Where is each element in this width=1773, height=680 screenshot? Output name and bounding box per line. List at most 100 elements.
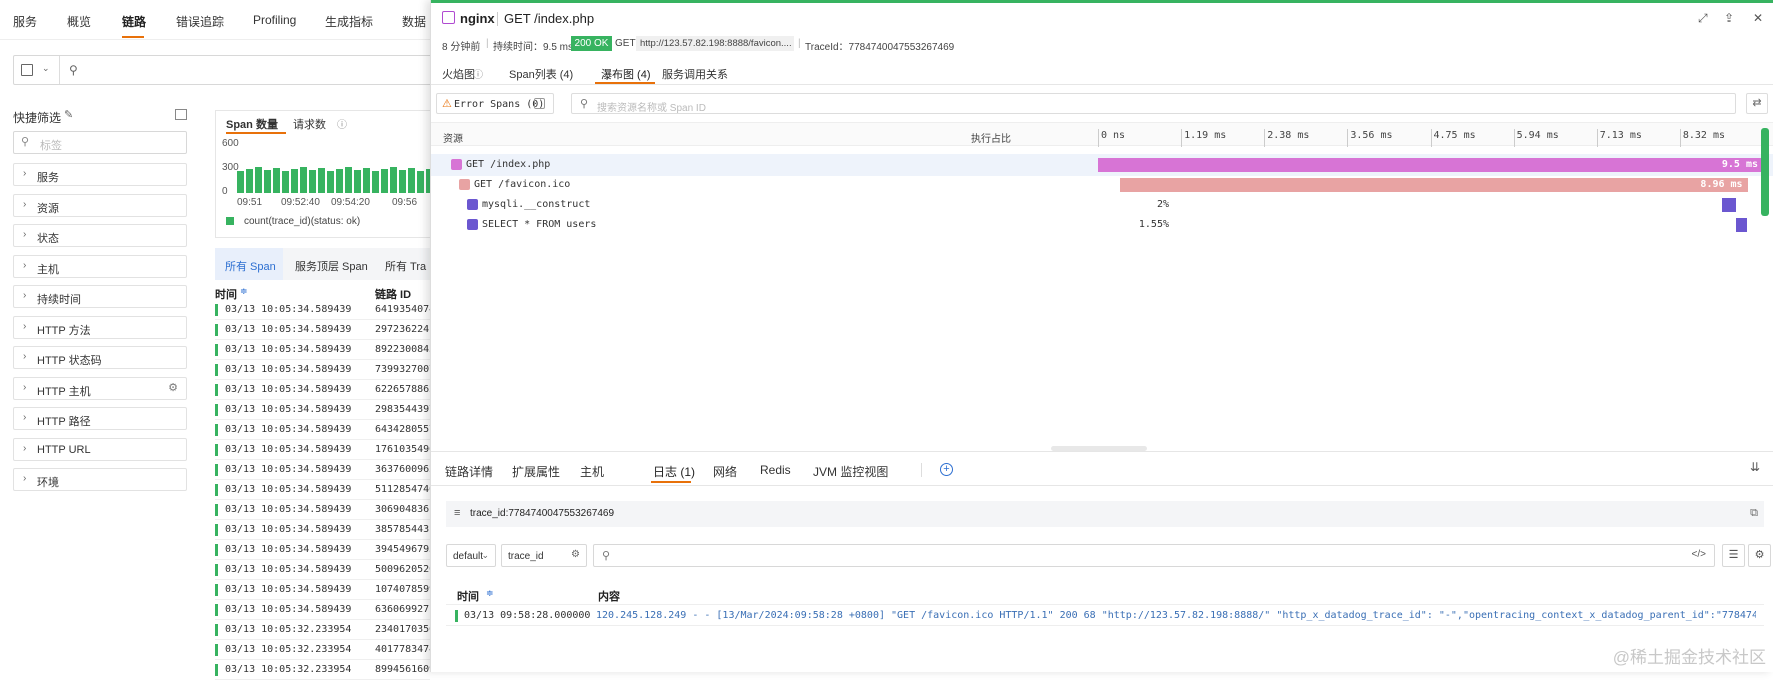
table-row[interactable]: 03/13 10:05:34.589439 10740785993 (215, 580, 441, 600)
span-bar[interactable] (1736, 218, 1747, 232)
quick-filter-search[interactable]: ⚲ 标签 (13, 131, 187, 154)
add-tab-icon[interactable]: + (940, 463, 953, 476)
span-row[interactable]: GET /favicon.ico90.8%8.96 ms (431, 174, 1773, 196)
quick-filter-item[interactable]: › HTTP 方法 (13, 315, 187, 339)
collapse-icon[interactable]: ⇊ (1750, 460, 1760, 474)
error-spans-checkbox[interactable] (534, 98, 545, 109)
tab-span-count[interactable]: Span 数量 (226, 116, 278, 132)
table-row[interactable]: 03/13 10:05:34.589439 29723622419 (215, 320, 441, 340)
http-method: GET (615, 38, 636, 49)
span-bar[interactable]: 9.5 ms (1098, 158, 1763, 172)
tab-request-count[interactable]: 请求数 (293, 116, 326, 132)
table-row[interactable]: 03/13 10:05:34.589439 39454967959 (215, 540, 441, 560)
table-row[interactable]: 03/13 10:05:34.589439 64342805571 (215, 420, 441, 440)
log-source-select[interactable]: default ⌄ (446, 544, 496, 567)
tab-flame-graph[interactable]: 火焰图 (442, 66, 475, 82)
table-row[interactable]: 03/13 10:05:34.589439 63606992716 (215, 600, 441, 620)
table-row[interactable]: 03/13 10:05:34.589439 29835443979 (215, 400, 441, 420)
table-row[interactable]: 03/13 10:05:34.589439 64193540745 (215, 300, 441, 320)
quick-filter-item[interactable]: › 持续时间 (13, 285, 187, 308)
quick-filter-item[interactable]: › 环境 (13, 468, 187, 491)
tab-redis[interactable]: Redis (760, 463, 791, 477)
table-row[interactable]: 03/13 10:05:34.589439 36376009623 (215, 460, 441, 480)
sort-icon[interactable]: ≑ (486, 588, 494, 599)
quick-filter-item[interactable]: › 资源 (13, 193, 187, 217)
columns-icon[interactable]: ☰ (1722, 544, 1745, 567)
info-icon[interactable]: ⓘ (337, 116, 347, 131)
tab-service-calls[interactable]: 服务调用关系 (662, 66, 728, 82)
table-row[interactable]: 03/13 10:05:34.589439 38578544310 (215, 520, 441, 540)
nav-traces[interactable]: 链路 (122, 13, 146, 30)
settings-icon[interactable]: ⚙ (1748, 544, 1771, 567)
nav-profiling[interactable]: Profiling (253, 13, 296, 27)
table-row[interactable]: 03/13 10:05:34.589439 30690483618 (215, 500, 441, 520)
quick-filter-item[interactable]: › HTTP 状态码 (13, 346, 187, 369)
tab-span-list[interactable]: Span列表 (4) (509, 66, 573, 82)
swap-icon[interactable]: ⇄ (1746, 93, 1768, 114)
log-search-input[interactable]: ⚲ </> (593, 544, 1715, 567)
tab-host[interactable]: 主机 (580, 463, 604, 480)
tab-all-spans[interactable]: 所有 Span (225, 258, 276, 274)
nav-generate-metrics[interactable]: 生成指标 (325, 13, 373, 30)
share-icon[interactable]: ⇪ (1724, 11, 1734, 25)
nav-services[interactable]: 服务 (13, 13, 37, 30)
search-icon: ⚲ (580, 98, 589, 110)
table-row[interactable]: 03/13 10:05:34.589439 62265788623 (215, 380, 441, 400)
quick-filter-item[interactable]: › 状态 (13, 224, 187, 247)
error-spans-toggle[interactable]: ⚠ Error Spans (0) (436, 93, 554, 114)
quick-filter-item[interactable]: › 服务 (13, 163, 187, 186)
status-marker (215, 424, 218, 436)
table-row[interactable]: 03/13 10:05:32.233954 23401703565 (215, 620, 441, 640)
span-bar[interactable] (1722, 198, 1736, 212)
table-row[interactable]: 03/13 10:05:32.233954 89945616090 (215, 660, 441, 680)
code-icon[interactable]: </> (1692, 549, 1706, 560)
divider (431, 485, 1773, 486)
chevron-down-icon[interactable]: ⌄ (42, 63, 50, 74)
nav-overview[interactable]: 概览 (67, 13, 91, 30)
table-row[interactable]: 03/13 10:05:34.589439 51128547461 (215, 480, 441, 500)
nav-error-tracking[interactable]: 错误追踪 (176, 13, 224, 30)
collapse-panel-icon[interactable] (175, 109, 187, 120)
chart-bar (381, 169, 388, 193)
span-row[interactable]: GET /index.php5.65%9.5 ms (431, 154, 1773, 176)
span-bar[interactable]: 8.96 ms (1120, 178, 1748, 192)
gear-icon[interactable]: ⚙ (168, 381, 178, 394)
nav-data[interactable]: 数据 (402, 13, 426, 30)
span-search-input[interactable]: ⚲ 搜索资源名称或 Span ID (571, 93, 1736, 114)
close-icon[interactable]: ✕ (1753, 11, 1763, 25)
tab-jvm[interactable]: JVM 监控视图 (813, 463, 888, 480)
quick-filter-item[interactable]: › 主机 (13, 254, 187, 278)
tab-logs[interactable]: 日志 (1) (653, 463, 695, 480)
table-row[interactable]: 03/13 10:05:34.589439 50096205204 (215, 560, 441, 580)
sort-icon[interactable]: ≑ (240, 286, 248, 297)
table-row[interactable]: 03/13 10:05:34.589439 17610354968 (215, 440, 441, 460)
table-row[interactable]: 03/13 10:05:34.589439 89223008456 (215, 340, 441, 360)
scrollbar[interactable] (1761, 128, 1769, 216)
span-row[interactable]: mysqli.__construct 2% (431, 194, 1773, 216)
service-name[interactable]: nginx (460, 11, 495, 26)
quick-filter-item[interactable]: › HTTP URL (13, 437, 187, 461)
log-col-time[interactable]: 时间 (457, 588, 479, 604)
span-row[interactable]: SELECT * FROM users 1.55% (431, 214, 1773, 236)
log-row[interactable]: 03/13 09:58:28.000000 120.245.128.249 - … (446, 604, 1764, 626)
gear-icon[interactable]: ⚙ (571, 549, 580, 560)
help-icon[interactable]: ⓘ (473, 66, 483, 81)
status-badge: 200 OK (571, 36, 612, 51)
tab-extended-attrs[interactable]: 扩展属性 (512, 463, 560, 480)
quick-filter-item[interactable]: › HTTP 主机 ⚙ (13, 376, 187, 400)
table-row[interactable]: 03/13 10:05:32.233954 40177834743 (215, 640, 441, 660)
edit-icon[interactable]: ✎ (64, 108, 73, 121)
query-type-icon[interactable] (21, 64, 33, 76)
log-field-select[interactable]: trace_id ⚙ (501, 544, 587, 567)
table-row[interactable]: 03/13 10:05:34.589439 73993270078 (215, 360, 441, 380)
external-link-icon[interactable]: ⧉ (1750, 507, 1758, 520)
tab-network[interactable]: 网络 (713, 463, 737, 480)
tab-all-traces[interactable]: 所有 Tra (385, 258, 426, 274)
quick-filter-item[interactable]: › HTTP 路径 (13, 407, 187, 430)
query-filter-bar[interactable]: ⌄ ⚲ (13, 55, 433, 85)
tab-service-top-spans[interactable]: 服务顶层 Span (295, 258, 368, 274)
warning-icon: ⚠ (442, 98, 452, 110)
tab-waterfall[interactable]: 瀑布图 (4) (601, 66, 651, 82)
tab-trace-details[interactable]: 链路详情 (445, 463, 493, 480)
fullscreen-icon[interactable]: ⤢ (1698, 11, 1708, 26)
